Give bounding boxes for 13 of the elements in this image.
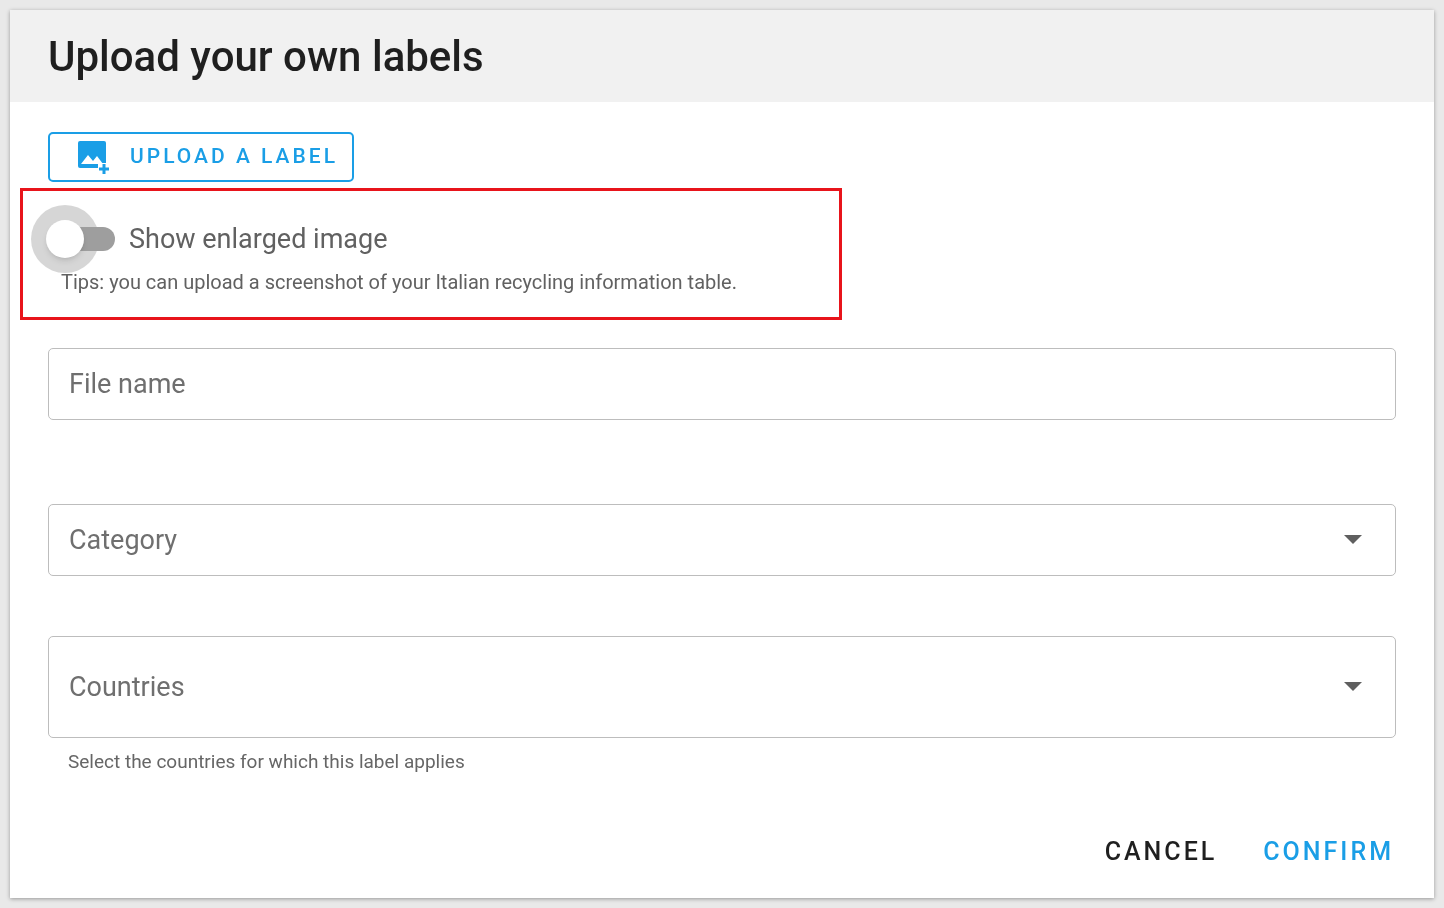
input-field[interactable]: File name: [48, 348, 1396, 420]
dialog-title: Upload your own labels: [48, 30, 484, 83]
cancel-button[interactable]: CANCEL: [1104, 832, 1218, 870]
dropdown-arrow-icon: [1343, 535, 1363, 545]
tip-text: Tips: you can upload a screenshot of your Italian recycling information table.: [61, 269, 737, 296]
dropdown-arrow-icon: [1343, 682, 1363, 692]
select-field[interactable]: Countries: [48, 636, 1396, 738]
select-field[interactable]: Category: [48, 504, 1396, 576]
helper-text: Select the countries for which this label applies: [68, 749, 466, 775]
add-image-icon: [76, 139, 112, 175]
toggle-label: Show enlarged image: [129, 221, 388, 257]
upload-button[interactable]: UPLOAD A LABEL: [48, 132, 354, 182]
confirm-button[interactable]: CONFIRM: [1263, 832, 1394, 870]
